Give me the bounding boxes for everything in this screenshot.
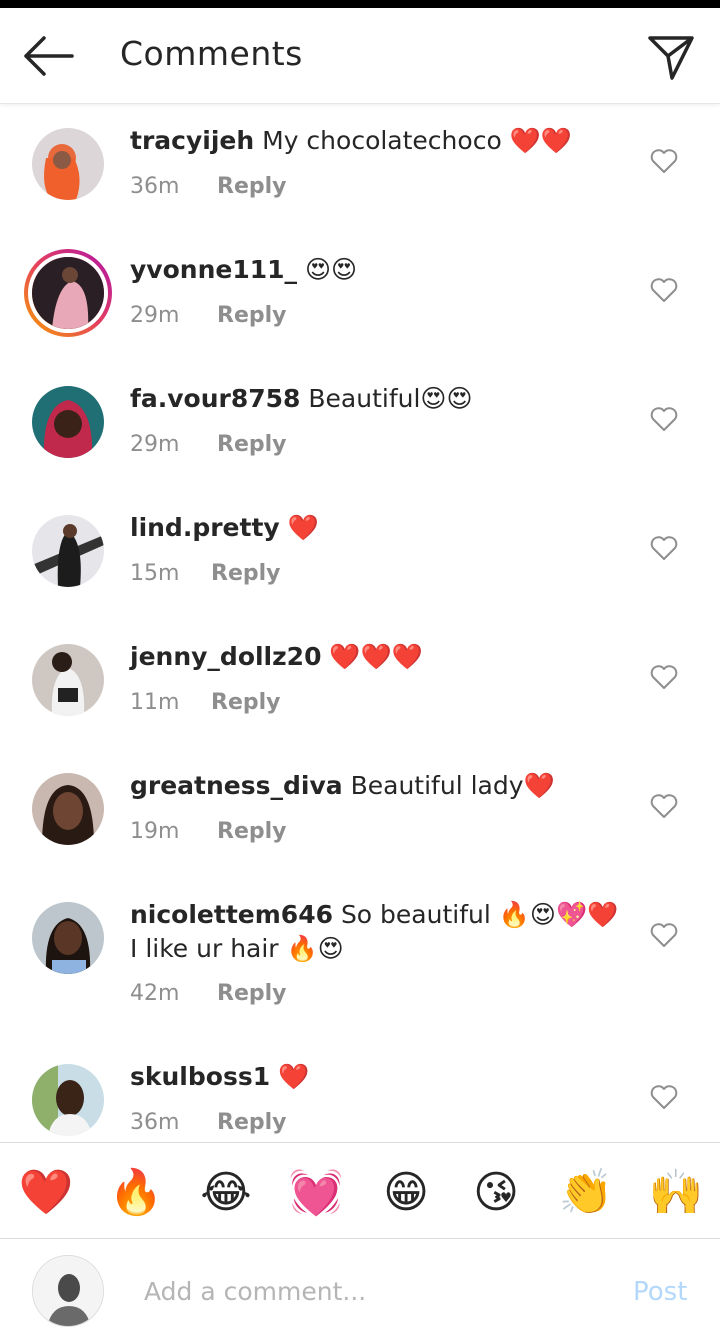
comment-time: 29m — [130, 432, 180, 457]
emoji-beating-heart-button[interactable]: 💓 — [286, 1163, 346, 1223]
emoji-raised-hands-button[interactable]: 🙌 — [646, 1163, 706, 1223]
heart-outline-icon[interactable] — [650, 664, 678, 690]
heart-outline-icon[interactable] — [650, 406, 678, 432]
header: Comments — [0, 8, 720, 104]
emoji-clap-button[interactable]: 👏 — [556, 1163, 616, 1223]
comment-body: 😍😍 — [304, 255, 358, 284]
avatar[interactable] — [32, 902, 104, 974]
heart-outline-icon[interactable] — [650, 793, 678, 819]
avatar-story-ring[interactable] — [24, 249, 112, 337]
heart-outline-icon[interactable] — [650, 148, 678, 174]
comment-time: 42m — [130, 981, 180, 1006]
emoji-heart-button[interactable]: ❤️ — [16, 1163, 76, 1223]
post-button[interactable]: Post — [633, 1277, 687, 1307]
comment-meta: 36m Reply — [130, 174, 287, 199]
reply-button[interactable]: Reply — [217, 819, 287, 844]
comment-body: ❤️ — [278, 1062, 310, 1091]
comment-body: Beautiful lady❤️ — [350, 771, 555, 800]
comment-text: tracyijeh My chocolatechoco ❤️❤️ — [130, 124, 620, 158]
my-avatar — [32, 1255, 104, 1327]
avatar[interactable] — [32, 644, 104, 716]
comment-meta: 19m Reply — [130, 819, 287, 844]
avatar[interactable] — [32, 1064, 104, 1136]
emoji-joy-button[interactable]: 😂 — [196, 1163, 256, 1223]
reply-button[interactable]: Reply — [211, 561, 281, 586]
comment-text: skulboss1 ❤️ — [130, 1060, 620, 1094]
reply-button[interactable]: Reply — [217, 432, 287, 457]
comment-username[interactable]: jenny_dollz20 — [130, 642, 321, 671]
reply-button[interactable]: Reply — [217, 303, 287, 328]
avatar[interactable] — [32, 386, 104, 458]
comment-username[interactable]: fa.vour8758 — [130, 384, 300, 413]
comment-body: My chocolatechoco ❤️❤️ — [262, 126, 572, 155]
heart-outline-icon[interactable] — [650, 535, 678, 561]
quick-emoji-bar: ❤️ 🔥 😂 💓 😁 😘 👏 🙌 — [0, 1142, 720, 1238]
comment-meta: 29m Reply — [130, 432, 287, 457]
emoji-kiss-button[interactable]: 😘 — [466, 1163, 526, 1223]
reply-button[interactable]: Reply — [217, 174, 287, 199]
back-button[interactable] — [18, 30, 78, 82]
comment-time: 19m — [130, 819, 180, 844]
heart-outline-icon[interactable] — [650, 1084, 678, 1110]
comment-text: lind.pretty ❤️ — [130, 511, 620, 545]
status-bar — [0, 0, 720, 8]
reply-button[interactable]: Reply — [211, 690, 281, 715]
comment-meta: 36m Reply — [130, 1110, 287, 1135]
avatar[interactable] — [32, 515, 104, 587]
avatar[interactable] — [32, 773, 104, 845]
comment-username[interactable]: skulboss1 — [130, 1062, 270, 1091]
comment-username[interactable]: tracyijeh — [130, 126, 254, 155]
comment-username[interactable]: lind.pretty — [130, 513, 280, 542]
comment-time: 29m — [130, 303, 180, 328]
share-button[interactable] — [642, 28, 700, 84]
comment-body: ❤️❤️❤️ — [329, 642, 423, 671]
page-title: Comments — [120, 34, 303, 73]
comment-meta: 29m Reply — [130, 303, 287, 328]
avatar[interactable] — [32, 128, 104, 200]
comments-list[interactable]: tracyijeh My chocolatechoco ❤️❤️ 36m Rep… — [0, 104, 720, 1142]
comment-input[interactable] — [144, 1269, 604, 1313]
comment-time: 36m — [130, 174, 180, 199]
comment-text: fa.vour8758 Beautiful😍😍 — [130, 382, 620, 416]
comment-time: 11m — [130, 690, 180, 715]
emoji-grin-button[interactable]: 😁 — [376, 1163, 436, 1223]
comment-username[interactable]: yvonne111_ — [130, 255, 297, 284]
comment-username[interactable]: greatness_diva — [130, 771, 343, 800]
arrow-left-icon — [24, 36, 74, 76]
comment-composer: Post — [0, 1238, 720, 1342]
comment-meta: 15m Reply — [130, 561, 281, 586]
comment-meta: 11m Reply — [130, 690, 281, 715]
comment-time: 36m — [130, 1110, 180, 1135]
reply-button[interactable]: Reply — [217, 1110, 287, 1135]
comment-meta: 42m Reply — [130, 981, 287, 1006]
paper-plane-icon — [648, 36, 694, 80]
comment-text: greatness_diva Beautiful lady❤️ — [130, 769, 620, 803]
comment-text: jenny_dollz20 ❤️❤️❤️ — [130, 640, 620, 674]
comment-body: ❤️ — [287, 513, 319, 542]
comment-text: yvonne111_ 😍😍 — [130, 253, 620, 287]
comment-time: 15m — [130, 561, 180, 586]
emoji-fire-button[interactable]: 🔥 — [106, 1163, 166, 1223]
comment-text: nicolettem646 So beautiful 🔥😍💖❤️I like u… — [130, 898, 620, 966]
comment-username[interactable]: nicolettem646 — [130, 900, 333, 929]
reply-button[interactable]: Reply — [217, 981, 287, 1006]
heart-outline-icon[interactable] — [650, 277, 678, 303]
comment-body: Beautiful😍😍 — [308, 384, 473, 413]
heart-outline-icon[interactable] — [650, 922, 678, 948]
